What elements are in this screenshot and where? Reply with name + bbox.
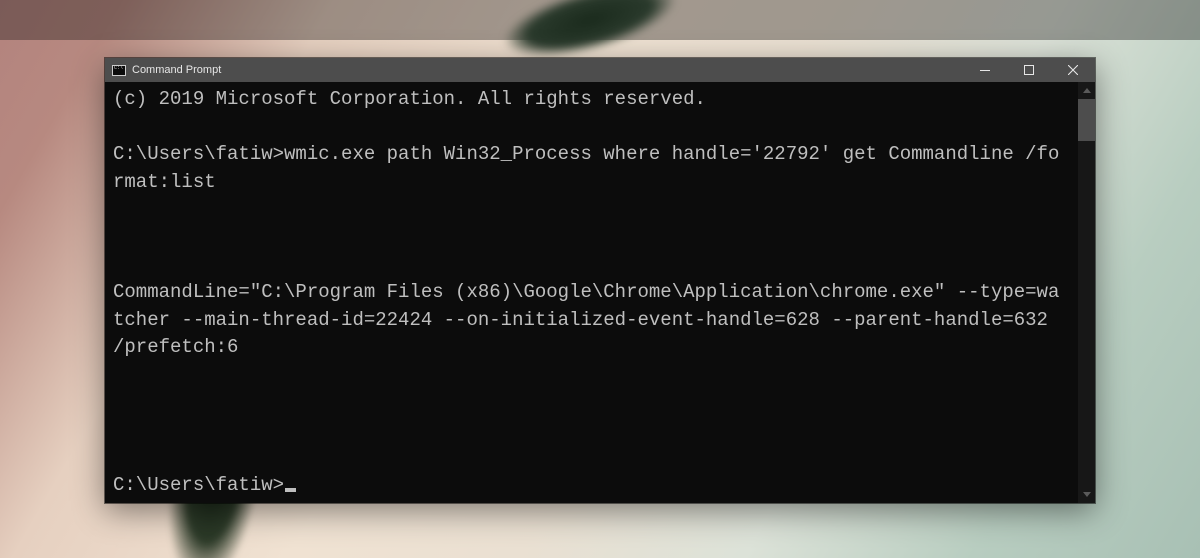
scroll-up-arrow-icon[interactable] bbox=[1078, 82, 1095, 99]
scrollbar[interactable] bbox=[1078, 82, 1095, 503]
command-prompt-window: Command Prompt (c) 2019 Microsoft Corpor… bbox=[105, 58, 1095, 503]
window-title: Command Prompt bbox=[132, 64, 221, 76]
prompt: C:\Users\fatiw> bbox=[113, 474, 284, 496]
terminal-body[interactable]: (c) 2019 Microsoft Corporation. All righ… bbox=[105, 82, 1095, 503]
terminal-output: (c) 2019 Microsoft Corporation. All righ… bbox=[113, 86, 1065, 500]
minimize-button[interactable] bbox=[963, 58, 1007, 82]
maximize-button[interactable] bbox=[1007, 58, 1051, 82]
cursor bbox=[285, 488, 296, 492]
close-button[interactable] bbox=[1051, 58, 1095, 82]
titlebar[interactable]: Command Prompt bbox=[105, 58, 1095, 82]
cmd-icon bbox=[112, 65, 126, 76]
scroll-thumb[interactable] bbox=[1078, 99, 1095, 141]
scroll-down-arrow-icon[interactable] bbox=[1078, 486, 1095, 503]
